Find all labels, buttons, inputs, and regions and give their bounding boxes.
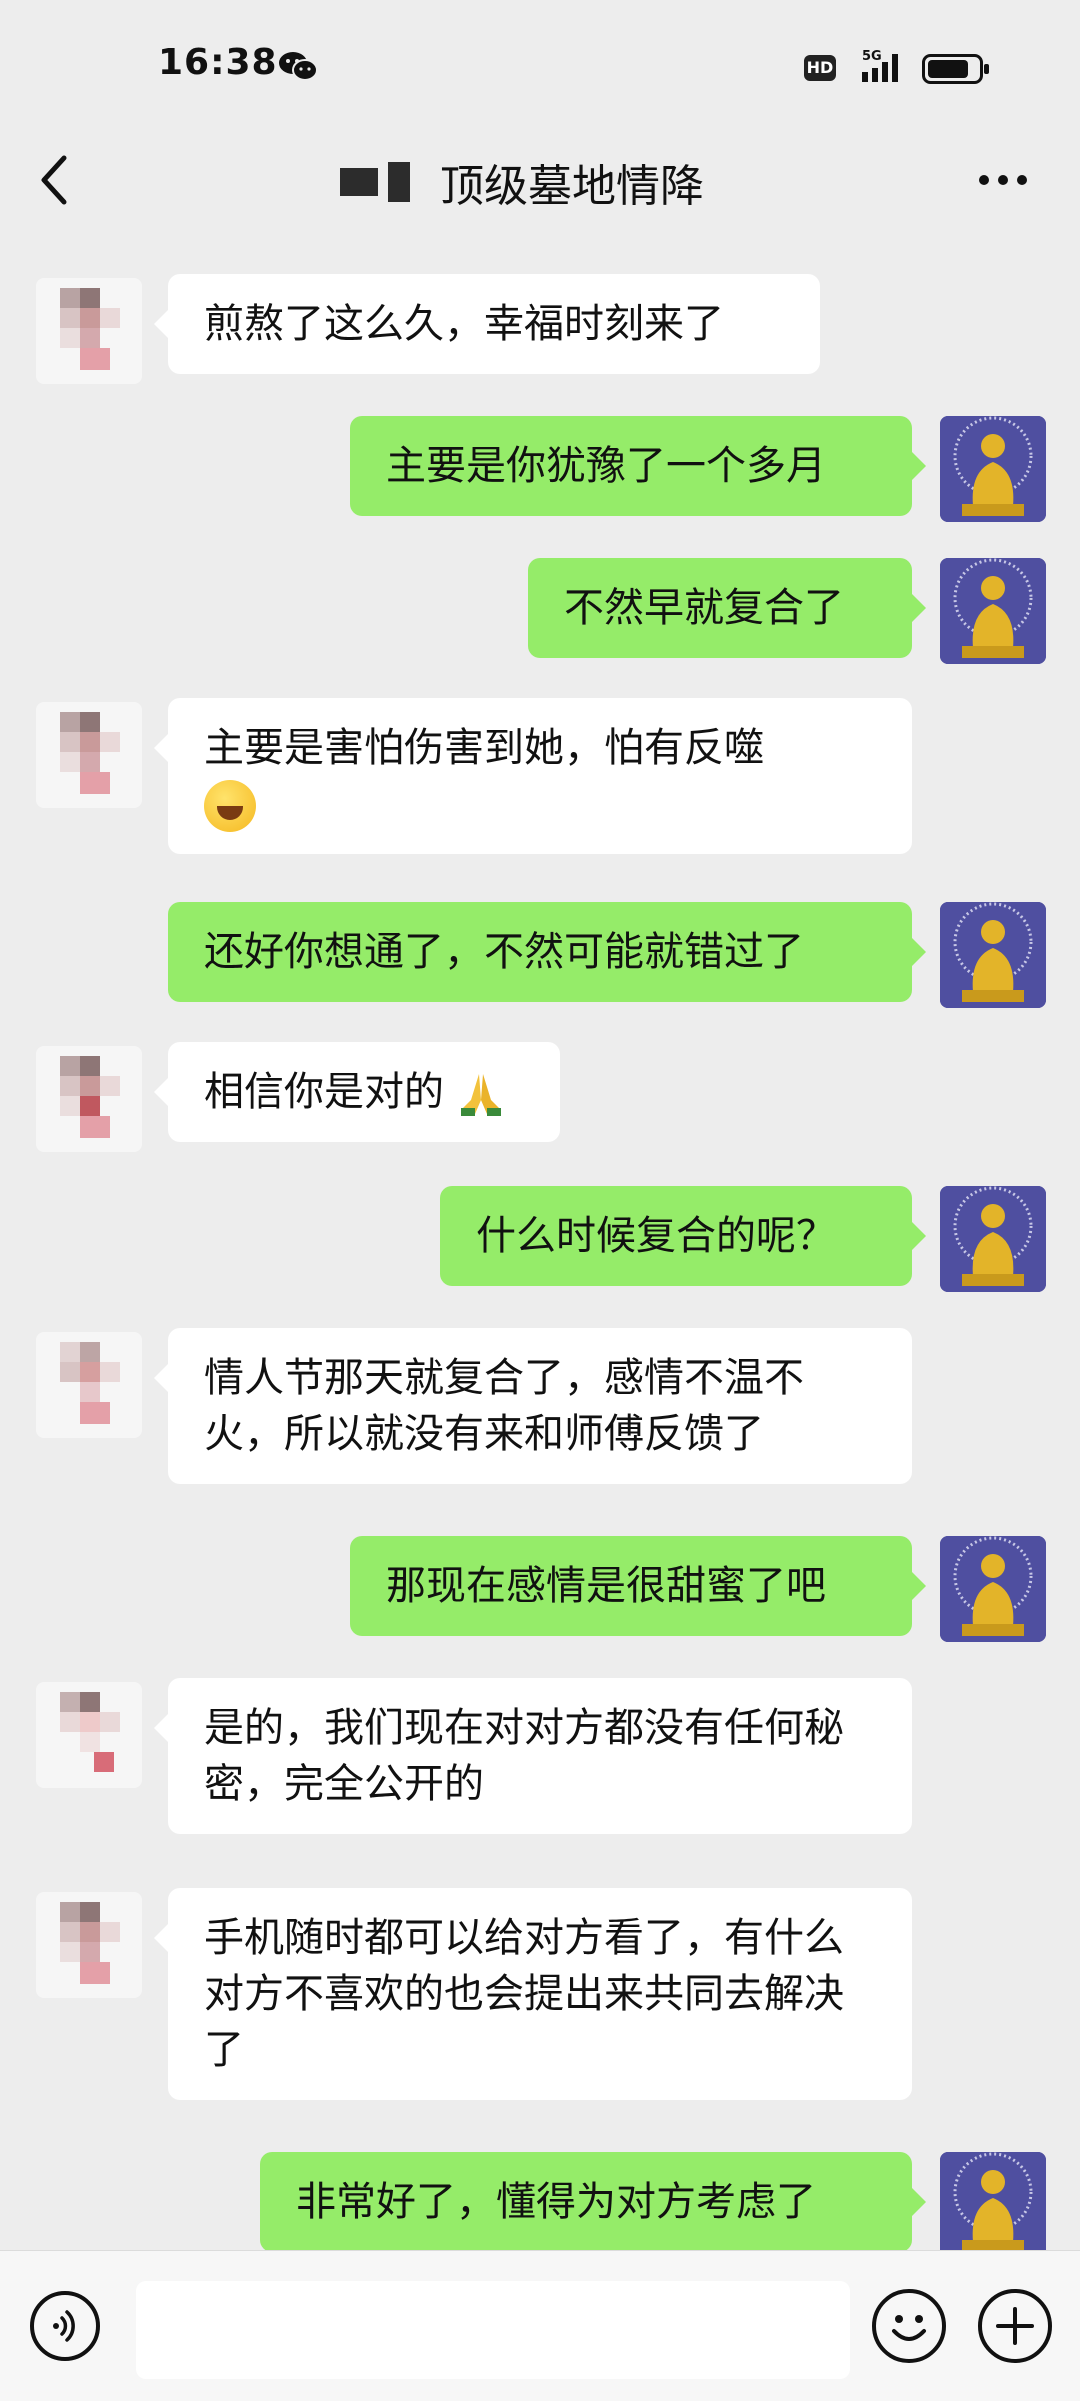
buddha-avatar-image xyxy=(940,1186,1046,1292)
message-bubble-received[interactable]: 手机随时都可以给对方看了，有什么对方不喜欢的也会提出来共同去解决了 xyxy=(154,1888,912,2100)
my-avatar[interactable] xyxy=(940,416,1046,522)
message-bubble-sent[interactable]: 不然早就复合了 xyxy=(528,558,926,658)
contact-avatar[interactable] xyxy=(36,1682,142,1788)
status-bar: 16:38 HD 5G xyxy=(0,0,1080,130)
redacted-name-block xyxy=(340,168,378,196)
my-avatar[interactable] xyxy=(940,558,1046,664)
smiley-icon xyxy=(892,2315,926,2341)
input-bar xyxy=(0,2250,1080,2401)
message-input[interactable] xyxy=(136,2281,850,2379)
buddha-avatar-image xyxy=(940,1536,1046,1642)
add-button[interactable] xyxy=(978,2289,1052,2363)
buddha-avatar-image xyxy=(940,558,1046,664)
wechat-icon xyxy=(279,52,318,81)
emoji-button[interactable] xyxy=(872,2289,946,2363)
contact-avatar[interactable] xyxy=(36,1332,142,1438)
pixelated-avatar-image xyxy=(60,1342,120,1424)
message-bubble-sent[interactable]: 非常好了，懂得为对方考虑了 xyxy=(260,2152,926,2252)
my-avatar[interactable] xyxy=(940,1186,1046,1292)
chat-title: 顶级墓地情降 xyxy=(340,152,704,212)
signal-5g-icon: 5G xyxy=(862,49,898,82)
message-list[interactable]: 煎熬了这么久，幸福时刻来了 主要是你犹豫了一个多月 不然早就复合了 主要是害怕伤… xyxy=(0,240,1080,2258)
battery-icon xyxy=(922,54,989,84)
pixelated-avatar-image xyxy=(60,1902,120,1984)
my-avatar[interactable] xyxy=(940,1536,1046,1642)
buddha-avatar-image xyxy=(940,416,1046,522)
message-text: 主要是害怕伤害到她，怕有反噬 xyxy=(204,725,764,771)
voice-icon xyxy=(53,2310,75,2342)
hd-badge: HD xyxy=(804,55,836,81)
pixelated-avatar-image xyxy=(60,288,120,370)
contact-avatar[interactable] xyxy=(36,1892,142,1998)
buddha-avatar-image xyxy=(940,2152,1046,2258)
chat-header: 顶级墓地情降 xyxy=(0,130,1080,240)
my-avatar[interactable] xyxy=(940,902,1046,1008)
message-bubble-sent[interactable]: 主要是你犹豫了一个多月 xyxy=(350,416,926,516)
message-bubble-sent[interactable]: 什么时候复合的呢？ xyxy=(440,1186,926,1286)
message-bubble-sent[interactable]: 还好你想通了，不然可能就错过了 xyxy=(168,902,926,1002)
message-bubble-received[interactable]: 主要是害怕伤害到她，怕有反噬 xyxy=(154,698,912,854)
pixelated-avatar-image xyxy=(60,1692,120,1772)
redacted-name-block xyxy=(388,162,410,202)
chat-title-text: 顶级墓地情降 xyxy=(440,161,704,212)
message-bubble-received[interactable]: 情人节那天就复合了，感情不温不火，所以就没有来和师傅反馈了 xyxy=(154,1328,912,1484)
voice-button[interactable] xyxy=(30,2291,100,2361)
message-text: 相信你是对的 xyxy=(204,1069,444,1115)
contact-avatar[interactable] xyxy=(36,278,142,384)
pray-emoji xyxy=(460,1074,501,1116)
message-bubble-received[interactable]: 煎熬了这么久，幸福时刻来了 xyxy=(154,274,820,374)
svg-text:5G: 5G xyxy=(862,49,882,64)
plus-icon xyxy=(996,2307,1034,2345)
pixelated-avatar-image xyxy=(60,1056,120,1138)
chevron-left-icon[interactable] xyxy=(34,150,74,210)
rolling-laugh-emoji xyxy=(204,780,256,832)
buddha-avatar-image xyxy=(940,902,1046,1008)
pixelated-avatar-image xyxy=(60,712,120,794)
message-bubble-received[interactable]: 是的，我们现在对对方都没有任何秘密，完全公开的 xyxy=(154,1678,912,1834)
contact-avatar[interactable] xyxy=(36,1046,142,1152)
more-dots-icon[interactable] xyxy=(978,172,1028,188)
message-bubble-sent[interactable]: 那现在感情是很甜蜜了吧 xyxy=(350,1536,926,1636)
message-bubble-received[interactable]: 相信你是对的 xyxy=(154,1042,560,1142)
contact-avatar[interactable] xyxy=(36,702,142,808)
my-avatar[interactable] xyxy=(940,2152,1046,2258)
status-time: 16:38 xyxy=(158,42,278,83)
